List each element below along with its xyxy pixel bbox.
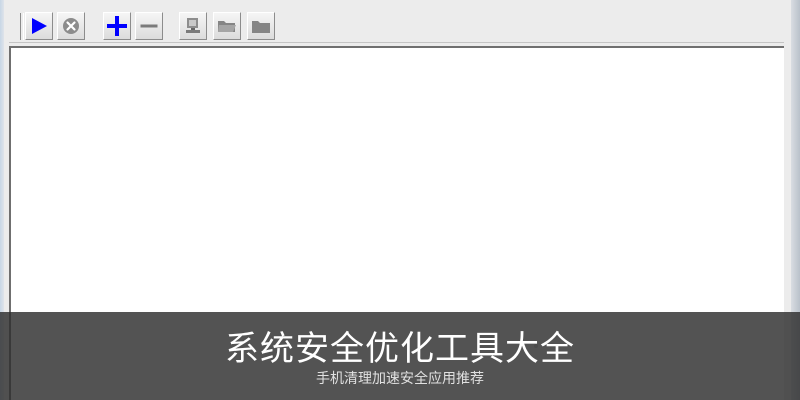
minus-icon bbox=[140, 24, 158, 28]
caption-subtitle: 手机清理加速安全应用推荐 bbox=[316, 371, 484, 387]
toolbar bbox=[9, 4, 784, 43]
caption-title: 系统安全优化工具大全 bbox=[225, 329, 575, 369]
folder-open-icon bbox=[218, 21, 236, 32]
folder-button[interactable] bbox=[247, 12, 275, 40]
remove-button[interactable] bbox=[135, 12, 163, 40]
add-button[interactable] bbox=[103, 12, 131, 40]
open-folder-button[interactable] bbox=[213, 12, 241, 40]
stop-circle-icon bbox=[63, 18, 79, 34]
folder-icon bbox=[252, 21, 270, 33]
computer-icon bbox=[186, 18, 200, 33]
app-window: 系统安全优化工具大全 手机清理加速安全应用推荐 bbox=[0, 0, 800, 400]
toolbar-grip[interactable] bbox=[20, 13, 24, 40]
play-icon bbox=[32, 18, 47, 34]
plus-icon bbox=[107, 16, 127, 36]
play-button[interactable] bbox=[25, 12, 53, 40]
stop-button[interactable] bbox=[57, 12, 85, 40]
computer-button[interactable] bbox=[179, 12, 207, 40]
